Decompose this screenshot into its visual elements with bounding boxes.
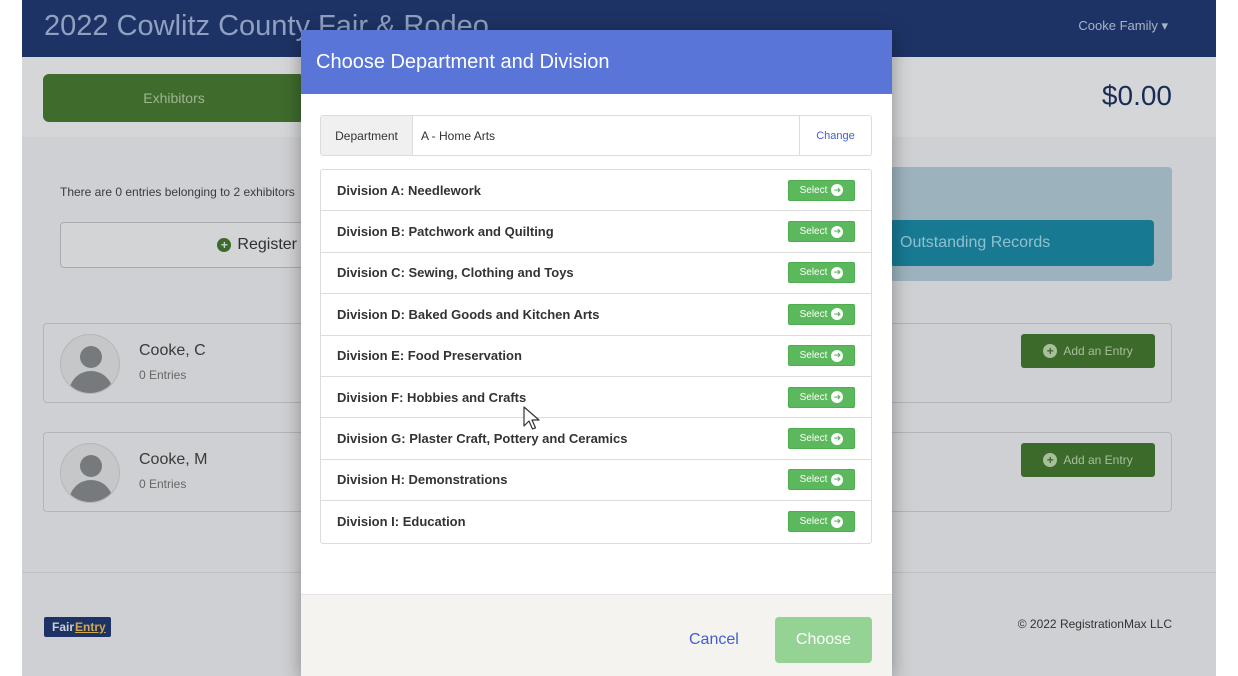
list-item[interactable]: Division I: Education Select ➜ [321, 501, 871, 542]
exhibitor-name: Cooke, C [139, 342, 206, 359]
register-button[interactable]: + Register [60, 222, 310, 268]
list-item[interactable]: Division B: Patchwork and Quilting Selec… [321, 211, 871, 253]
division-name: Division G: Plaster Craft, Pottery and C… [337, 431, 628, 447]
select-button[interactable]: Select ➜ [788, 221, 855, 243]
left-gutter [0, 0, 22, 676]
division-name: Division I: Education [337, 514, 466, 530]
select-button[interactable]: Select ➜ [788, 303, 855, 325]
copyright: © 2022 RegistrationMax LLC [1017, 617, 1172, 631]
list-item[interactable]: Division D: Baked Goods and Kitchen Arts… [321, 294, 871, 336]
plus-circle-icon: + [1043, 453, 1058, 467]
add-entry-button[interactable]: + Add an Entry [1021, 334, 1155, 368]
arrow-right-circle-icon: ➜ [831, 349, 844, 362]
avatar [60, 443, 120, 503]
select-button[interactable]: Select ➜ [788, 345, 855, 367]
select-label: Select [799, 516, 828, 528]
select-label: Select [799, 433, 828, 445]
arrow-right-circle-icon: ➜ [831, 308, 844, 321]
add-entry-label: Add an Entry [1063, 344, 1133, 358]
select-button[interactable]: Select ➜ [788, 511, 855, 533]
select-label: Select [799, 350, 828, 362]
division-name: Division A: Needlework [337, 182, 481, 198]
select-label: Select [799, 226, 828, 238]
modal-footer: Cancel Choose [301, 594, 892, 676]
user-menu-label: Cooke Family [1078, 18, 1158, 33]
caret-down-icon: ▾ [1161, 18, 1168, 33]
arrow-right-circle-icon: ➜ [831, 473, 844, 486]
right-gutter [1216, 0, 1238, 676]
cart-total: $0.00 [1101, 80, 1172, 111]
list-item[interactable]: Division H: Demonstrations Select ➜ [321, 460, 871, 502]
select-label: Select [799, 474, 828, 486]
list-item[interactable]: Division A: Needlework Select ➜ [321, 170, 871, 212]
outstanding-label: Outstanding Records [900, 234, 1051, 251]
user-menu[interactable]: Cooke Family ▾ [1078, 18, 1168, 34]
arrow-right-circle-icon: ➜ [831, 225, 844, 238]
select-label: Select [799, 391, 828, 403]
select-label: Select [799, 184, 828, 196]
list-item[interactable]: Division E: Food Preservation Select ➜ [321, 336, 871, 377]
fairentry-logo[interactable]: Fair Entry [44, 617, 111, 637]
exhibitor-entry-count: 0 Entries [139, 368, 187, 382]
division-name: Division E: Food Preservation [337, 348, 522, 364]
select-button[interactable]: Select ➜ [788, 386, 855, 408]
add-entry-button[interactable]: + Add an Entry [1021, 443, 1155, 477]
arrow-right-circle-icon: ➜ [831, 391, 844, 404]
entries-summary: There are 0 entries belonging to 2 exhib… [60, 185, 295, 199]
tab-exhibitors[interactable]: Exhibitors [43, 74, 305, 122]
plus-circle-icon: + [217, 238, 232, 252]
select-label: Select [799, 267, 828, 279]
arrow-right-circle-icon: ➜ [831, 432, 844, 445]
list-item[interactable]: Division F: Hobbies and Crafts Select ➜ [321, 377, 871, 419]
modal-body: Department A - Home Arts Change Division… [301, 94, 892, 594]
logo-text-accent: Entry [75, 620, 106, 634]
select-button[interactable]: Select ➜ [788, 469, 855, 491]
register-label: Register [237, 236, 297, 253]
change-department-link[interactable]: Change [799, 116, 871, 155]
division-name: Division C: Sewing, Clothing and Toys [337, 265, 574, 281]
exhibitor-entry-count: 0 Entries [139, 477, 187, 491]
select-button[interactable]: Select ➜ [788, 262, 855, 284]
modal-header: Choose Department and Division [301, 30, 892, 94]
add-entry-label: Add an Entry [1063, 453, 1133, 467]
arrow-right-circle-icon: ➜ [831, 515, 844, 528]
logo-text: Fair [52, 620, 75, 634]
division-list: Division A: Needlework Select ➜ Division … [320, 169, 872, 544]
arrow-right-circle-icon: ➜ [831, 184, 844, 197]
select-button[interactable]: Select ➜ [788, 428, 855, 450]
arrow-right-circle-icon: ➜ [831, 266, 844, 279]
department-value: A - Home Arts [421, 128, 496, 143]
department-label: Department [321, 116, 413, 155]
avatar [60, 334, 120, 394]
division-name: Division F: Hobbies and Crafts [337, 389, 527, 405]
select-label: Select [799, 308, 828, 320]
choose-division-modal: Choose Department and Division Departmen… [301, 30, 892, 676]
exhibitor-name: Cooke, M [139, 451, 208, 468]
cancel-button[interactable]: Cancel [681, 617, 747, 663]
division-name: Division D: Baked Goods and Kitchen Arts [337, 306, 600, 322]
select-button[interactable]: Select ➜ [788, 179, 855, 201]
outstanding-records-button[interactable]: Outstanding Records [890, 220, 1154, 266]
division-name: Division H: Demonstrations [337, 472, 508, 488]
choose-button[interactable]: Choose [775, 617, 872, 663]
list-item[interactable]: Division C: Sewing, Clothing and Toys Se… [321, 253, 871, 295]
division-name: Division B: Patchwork and Quilting [337, 224, 554, 240]
department-row: Department A - Home Arts Change [320, 115, 872, 156]
list-item[interactable]: Division G: Plaster Craft, Pottery and C… [321, 418, 871, 460]
plus-circle-icon: + [1043, 344, 1058, 358]
modal-title: Choose Department and Division [316, 50, 610, 73]
